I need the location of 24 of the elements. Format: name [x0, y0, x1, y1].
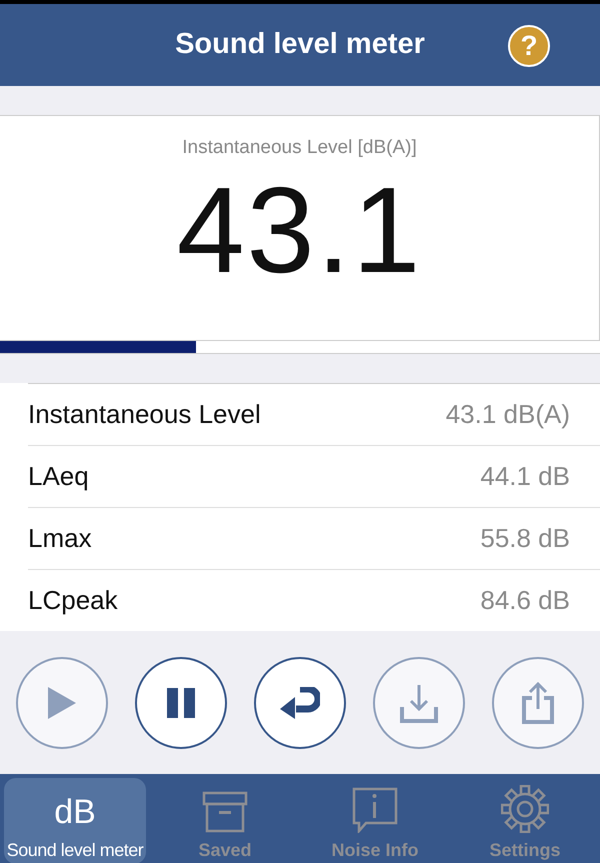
tab[interactable]: Saved — [154, 778, 296, 863]
level-reading: 43.1 — [176, 168, 424, 290]
tab[interactable]: dB Sound level meter — [4, 778, 146, 863]
gear-icon — [501, 785, 549, 833]
measurement-name: LCpeak — [28, 584, 118, 617]
app-title: Sound level meter — [175, 27, 425, 62]
measurement-value: 84.6 dB — [480, 584, 570, 617]
display-label: Instantaneous Level [dB(A)] — [181, 136, 418, 160]
share-icon — [521, 680, 555, 724]
return-arrow-icon — [280, 686, 320, 718]
play-icon — [46, 684, 78, 720]
tab[interactable]: Noise Info — [304, 778, 446, 863]
measurement-name: Lmax — [28, 522, 92, 555]
info-bubble-icon — [352, 787, 398, 833]
tab[interactable]: Settings — [454, 778, 596, 863]
measurement-value: 55.8 dB — [480, 522, 570, 555]
pause-icon — [167, 688, 195, 718]
help-button[interactable]: ? — [508, 25, 550, 67]
download-icon — [399, 682, 439, 722]
measurement-name: Instantaneous Level — [28, 398, 261, 431]
measurement-name: LAeq — [28, 460, 89, 493]
measurement-value: 44.1 dB — [480, 460, 570, 493]
measurement-value: 43.1 dB(A) — [446, 398, 570, 431]
archive-box-icon — [202, 791, 248, 833]
